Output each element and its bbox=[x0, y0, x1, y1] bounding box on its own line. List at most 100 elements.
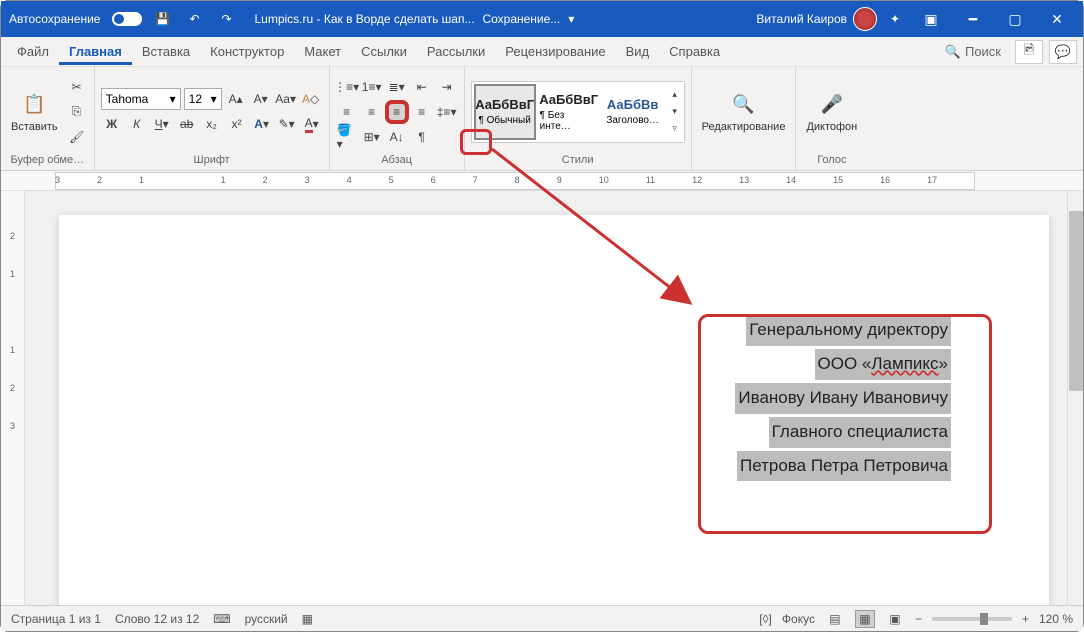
spellcheck-icon[interactable]: ⌨ bbox=[213, 612, 230, 626]
copy-icon[interactable]: ⎘ bbox=[66, 101, 88, 123]
zoom-out-icon[interactable]: − bbox=[915, 612, 922, 626]
header-text-block[interactable]: Генеральному директору ООО «Лампикс» Ива… bbox=[681, 315, 951, 484]
tab-help[interactable]: Справка bbox=[659, 38, 730, 65]
search-box[interactable]: 🔍Поиск bbox=[937, 41, 1009, 63]
bold-icon[interactable]: Ж bbox=[101, 113, 123, 135]
shrink-font-icon[interactable]: A▾ bbox=[250, 88, 272, 110]
align-left-icon[interactable]: ≡ bbox=[336, 101, 358, 123]
paste-button[interactable]: 📋 Вставить bbox=[7, 89, 62, 135]
status-page[interactable]: Страница 1 из 1 bbox=[11, 612, 101, 626]
doc-line-4[interactable]: Главного специалиста bbox=[769, 417, 951, 448]
bullets-icon[interactable]: ⋮≡▾ bbox=[336, 76, 358, 98]
tab-references[interactable]: Ссылки bbox=[351, 38, 417, 65]
autosave-toggle[interactable] bbox=[112, 12, 142, 26]
styles-down-icon[interactable]: ▾ bbox=[668, 104, 682, 120]
editing-label: Редактирование bbox=[702, 121, 786, 133]
maximize-icon[interactable]: ▢ bbox=[997, 3, 1033, 35]
styles-up-icon[interactable]: ▴ bbox=[668, 87, 682, 103]
style-preview: АаБбВвГ bbox=[539, 92, 598, 107]
title-bar: Автосохранение 💾 ↶ ↷ Lumpics.ru - Как в … bbox=[1, 1, 1083, 37]
font-name-value: Tahoma bbox=[106, 92, 149, 106]
view-web-icon[interactable]: ▣ bbox=[885, 610, 905, 628]
tab-layout[interactable]: Макет bbox=[294, 38, 351, 65]
status-language[interactable]: русский bbox=[245, 612, 288, 626]
zoom-slider[interactable] bbox=[932, 617, 1012, 621]
status-words[interactable]: Слово 12 из 12 bbox=[115, 612, 199, 626]
horizontal-ruler[interactable]: 321 1234567891011121314151617 bbox=[1, 171, 1083, 191]
doc-line-3[interactable]: Иванову Ивану Ивановичу bbox=[735, 383, 951, 414]
user-avatar[interactable] bbox=[853, 7, 877, 31]
scrollbar-thumb[interactable] bbox=[1069, 211, 1083, 391]
change-case-icon[interactable]: Aa▾ bbox=[275, 88, 297, 110]
underline-icon[interactable]: Ч▾ bbox=[151, 113, 173, 135]
borders-icon[interactable]: ⊞▾ bbox=[361, 126, 383, 148]
focus-label[interactable]: Фокус bbox=[782, 612, 815, 626]
justify-icon[interactable]: ≡ bbox=[411, 101, 433, 123]
styles-more-icon[interactable]: ▿ bbox=[668, 121, 682, 137]
document-title: Lumpics.ru - Как в Ворде сделать шап... bbox=[254, 12, 474, 26]
editing-button[interactable]: 🔍 Редактирование bbox=[698, 89, 790, 135]
focus-icon[interactable]: [◊] bbox=[759, 612, 772, 626]
tab-file[interactable]: Файл bbox=[7, 38, 59, 65]
text-effects-icon[interactable]: A▾ bbox=[251, 113, 273, 135]
group-paragraph: ⋮≡▾ 1≡▾ ≣▾ ⇤ ⇥ ≡ ≡ ≡ ≡ ‡≡▾ 🪣▾ ⊞▾ A↓ ¶ Аб… bbox=[330, 67, 465, 170]
shading-icon[interactable]: 🪣▾ bbox=[336, 126, 358, 148]
tab-view[interactable]: Вид bbox=[616, 38, 660, 65]
decrease-indent-icon[interactable]: ⇤ bbox=[411, 76, 433, 98]
style-no-spacing[interactable]: АаБбВвГ ¶ Без инте… bbox=[538, 84, 600, 140]
editing-group-label bbox=[698, 152, 790, 168]
strike-icon[interactable]: ab bbox=[176, 113, 198, 135]
tab-mailings[interactable]: Рассылки bbox=[417, 38, 495, 65]
page[interactable]: Генеральному директору ООО «Лампикс» Ива… bbox=[59, 215, 1049, 605]
coming-soon-icon[interactable]: ✦ bbox=[883, 7, 907, 31]
vertical-scrollbar[interactable] bbox=[1067, 191, 1083, 605]
style-heading1[interactable]: АаБбВв Заголово… bbox=[602, 84, 664, 140]
redo-icon[interactable]: ↷ bbox=[214, 7, 238, 31]
dictate-label: Диктофон bbox=[806, 121, 857, 133]
clear-format-icon[interactable]: A◇ bbox=[300, 88, 322, 110]
dictate-button[interactable]: 🎤 Диктофон bbox=[802, 89, 861, 135]
show-marks-icon[interactable]: ¶ bbox=[411, 126, 433, 148]
multilevel-icon[interactable]: ≣▾ bbox=[386, 76, 408, 98]
grow-font-icon[interactable]: A▴ bbox=[225, 88, 247, 110]
cut-icon[interactable]: ✂ bbox=[66, 76, 88, 98]
subscript-icon[interactable]: x₂ bbox=[201, 113, 223, 135]
tab-home[interactable]: Главная bbox=[59, 38, 132, 65]
superscript-icon[interactable]: x² bbox=[226, 113, 248, 135]
minimize-icon[interactable]: ━ bbox=[955, 3, 991, 35]
styles-gallery[interactable]: АаБбВвГ ¶ Обычный АаБбВвГ ¶ Без инте… Аа… bbox=[471, 81, 685, 143]
increase-indent-icon[interactable]: ⇥ bbox=[436, 76, 458, 98]
vertical-ruler[interactable]: 21 123 bbox=[1, 191, 25, 605]
view-read-icon[interactable]: ▤ bbox=[825, 610, 845, 628]
font-group-label: Шрифт bbox=[101, 152, 323, 168]
tab-design[interactable]: Конструктор bbox=[200, 38, 294, 65]
highlight-icon[interactable]: ✎▾ bbox=[276, 113, 298, 135]
doc-line-2[interactable]: ООО «Лампикс» bbox=[815, 349, 951, 380]
zoom-level[interactable]: 120 % bbox=[1039, 612, 1073, 626]
save-icon[interactable]: 💾 bbox=[150, 7, 174, 31]
close-icon[interactable]: ✕ bbox=[1039, 3, 1075, 35]
italic-icon[interactable]: К bbox=[126, 113, 148, 135]
numbering-icon[interactable]: 1≡▾ bbox=[361, 76, 383, 98]
tab-review[interactable]: Рецензирование bbox=[495, 38, 615, 65]
doc-line-1[interactable]: Генеральному директору bbox=[746, 315, 951, 346]
share-button[interactable]: 🖻 bbox=[1015, 40, 1043, 64]
zoom-in-icon[interactable]: + bbox=[1022, 612, 1029, 626]
macro-icon[interactable]: ▦ bbox=[302, 612, 313, 626]
tab-insert[interactable]: Вставка bbox=[132, 38, 200, 65]
format-painter-icon[interactable]: 🖌 bbox=[66, 126, 88, 148]
group-styles: АаБбВвГ ¶ Обычный АаБбВвГ ¶ Без инте… Аа… bbox=[465, 67, 692, 170]
view-print-icon[interactable]: ▦ bbox=[855, 610, 875, 628]
doc-line-5[interactable]: Петрова Петра Петровича bbox=[737, 451, 951, 482]
undo-icon[interactable]: ↶ bbox=[182, 7, 206, 31]
ribbon-options-icon[interactable]: ▣ bbox=[913, 3, 949, 35]
line-spacing-icon[interactable]: ‡≡▾ bbox=[436, 101, 458, 123]
align-right-icon[interactable]: ≡ bbox=[386, 101, 408, 123]
sort-icon[interactable]: A↓ bbox=[386, 126, 408, 148]
font-name-select[interactable]: Tahoma▾ bbox=[101, 88, 181, 110]
comments-button[interactable]: 💬 bbox=[1049, 40, 1077, 64]
align-center-icon[interactable]: ≡ bbox=[361, 101, 383, 123]
font-size-select[interactable]: 12▾ bbox=[184, 88, 222, 110]
style-normal[interactable]: АаБбВвГ ¶ Обычный bbox=[474, 84, 536, 140]
font-color-icon[interactable]: A▾ bbox=[301, 113, 323, 135]
